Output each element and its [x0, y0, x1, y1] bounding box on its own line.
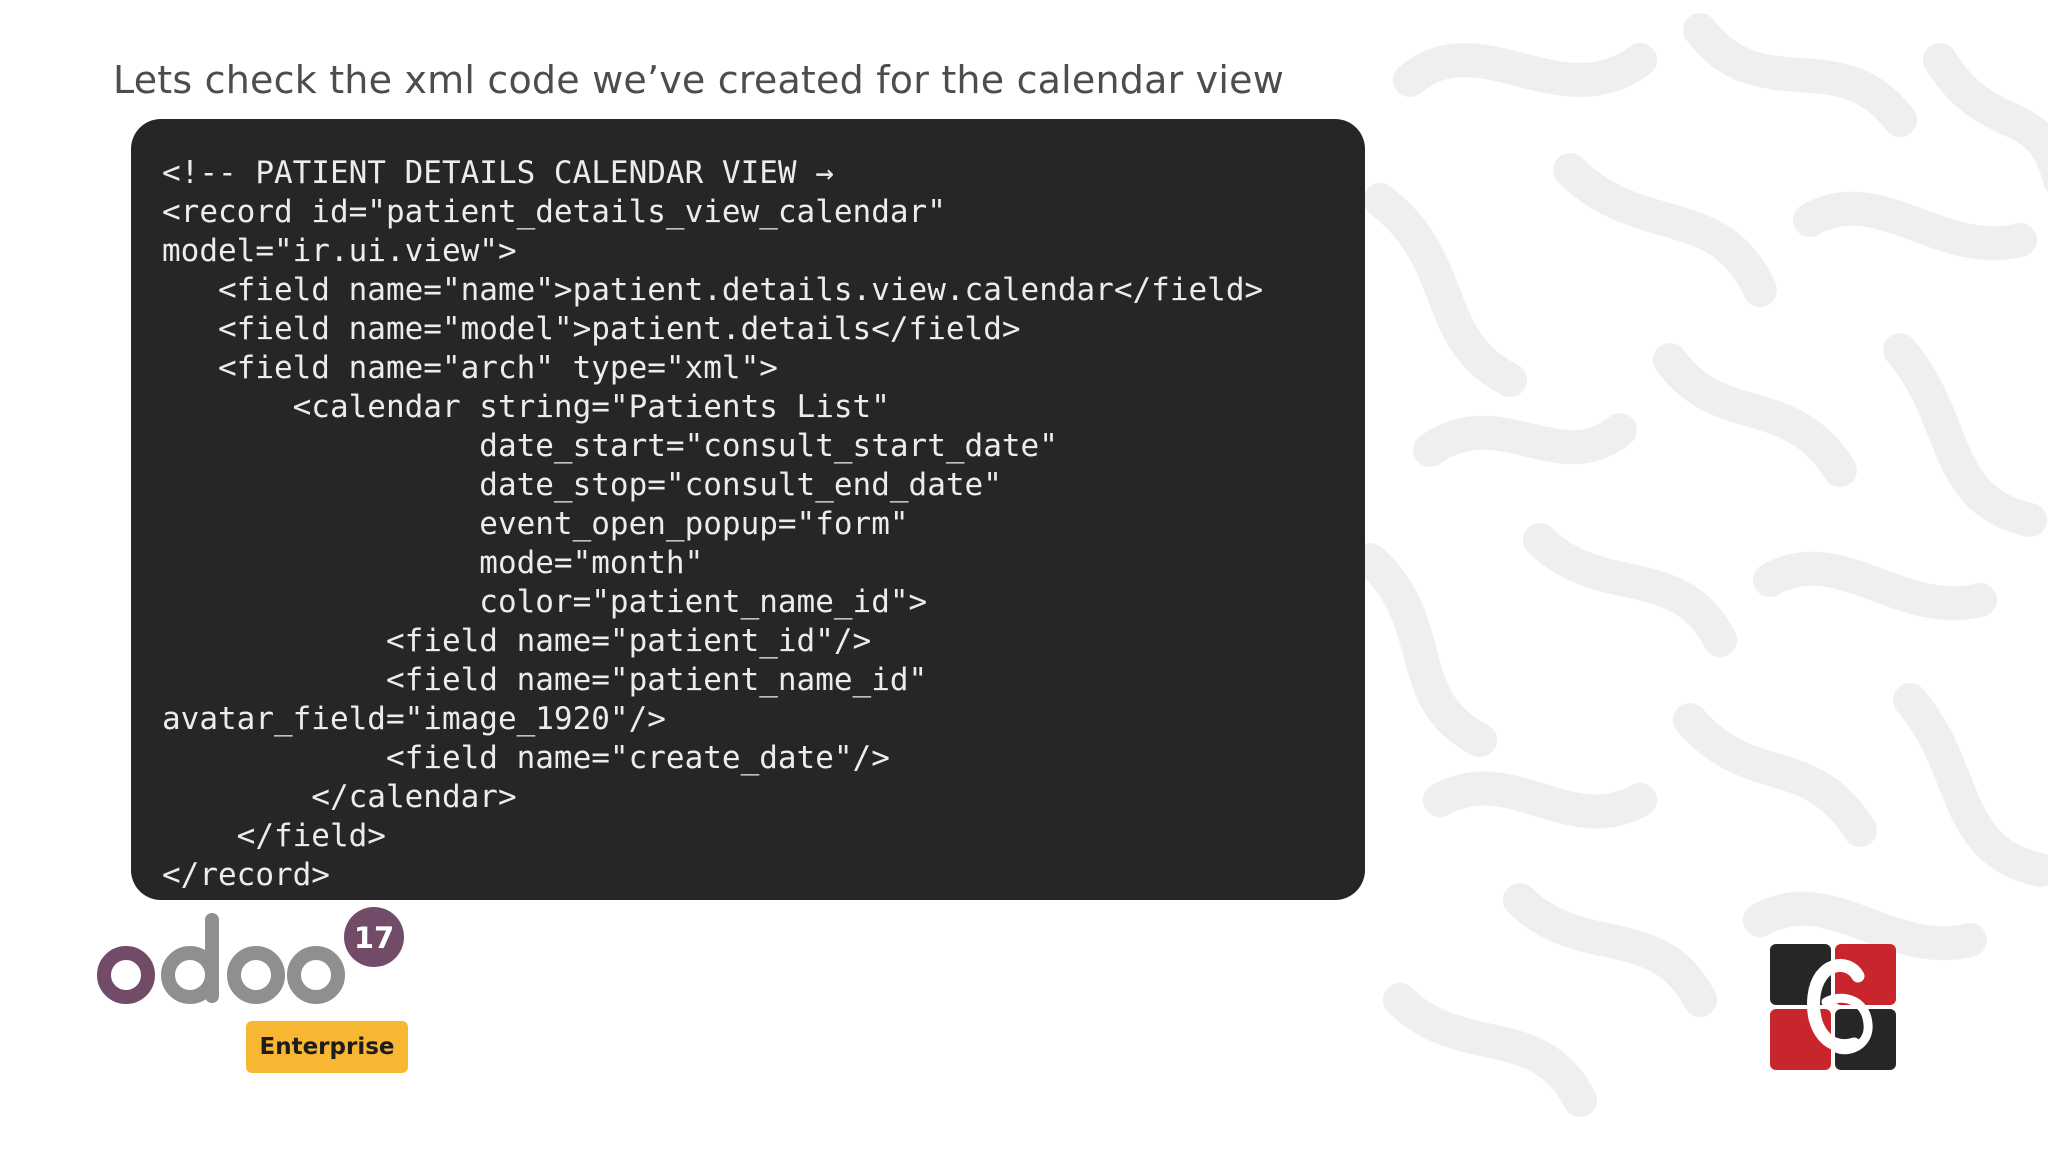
code-line: <field name="arch" type="xml"> [162, 350, 778, 386]
code-line: model="ir.ui.view"> [162, 233, 517, 269]
code-line: </calendar> [162, 779, 517, 815]
slide-title: Lets check the xml code we’ve created fo… [113, 58, 1284, 102]
odoo-version-label: 17 [354, 921, 394, 955]
enterprise-badge: Enterprise [246, 1021, 408, 1073]
code-line: <!-- PATIENT DETAILS CALENDAR VIEW → [162, 155, 834, 191]
code-block: <!-- PATIENT DETAILS CALENDAR VIEW → <re… [131, 119, 1365, 900]
code-line: </field> [162, 818, 386, 854]
code-line: <field name="patient_name_id" [162, 662, 928, 698]
code-line: <field name="create_date"/> [162, 740, 890, 776]
code-line: <calendar string="Patients List" [162, 389, 890, 425]
code-line: <field name="model">patient.details</fie… [162, 311, 1021, 347]
brand-monogram-logo [1770, 944, 1896, 1070]
background-squiggle-pattern [1353, 13, 2048, 1117]
code-line: </record> [162, 857, 330, 893]
code-line: <field name="name">patient.details.view.… [162, 272, 1264, 308]
code-line: mode="month" [162, 545, 704, 581]
code-line: avatar_field="image_1920"/> [162, 701, 666, 737]
code-line: event_open_popup="form" [162, 506, 909, 542]
code-line: date_stop="consult_end_date" [162, 467, 1002, 503]
code-line: color="patient_name_id"> [162, 584, 928, 620]
code-line: <field name="patient_id"/> [162, 623, 872, 659]
code-line: <record id="patient_details_view_calenda… [162, 194, 946, 230]
code-line: date_start="consult_start_date" [162, 428, 1058, 464]
